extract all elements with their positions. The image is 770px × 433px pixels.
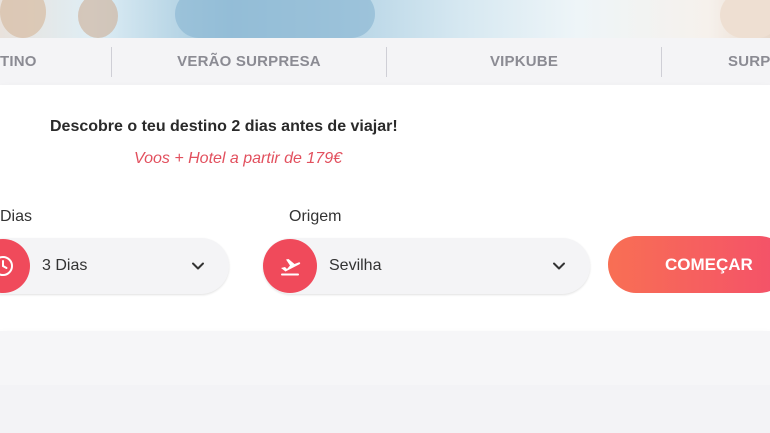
hero-shape: [175, 0, 375, 38]
page-background: [0, 385, 770, 433]
tab-surpresa[interactable]: SURP: [662, 38, 770, 85]
tab-label: VIPKUBE: [489, 53, 559, 70]
hero-shape: [78, 0, 118, 38]
tab-label: SURP: [728, 53, 770, 70]
price-subline: Voos + Hotel a partir de 179€: [134, 150, 342, 167]
chevron-down-icon: [553, 262, 565, 270]
tab-label: TINO: [0, 53, 37, 70]
chevron-down-icon: [192, 262, 204, 270]
hero-shape: [720, 0, 770, 38]
tab-vipkube[interactable]: VIPKUBE: [387, 38, 661, 85]
tab-verao-surpresa[interactable]: VERÃO SURPRESA: [112, 38, 386, 85]
start-button[interactable]: COMEÇAR: [608, 236, 770, 293]
tab-label: VERÃO SURPRESA: [177, 53, 321, 70]
clock-icon: [0, 239, 30, 293]
origin-value: Sevilha: [329, 257, 382, 274]
days-value: 3 Dias: [42, 257, 88, 274]
tab-destino[interactable]: TINO: [0, 38, 111, 85]
hero-image: [0, 0, 770, 38]
days-label: Dias: [0, 208, 33, 225]
days-select[interactable]: 3 Dias: [0, 238, 229, 294]
plane-takeoff-icon: [263, 239, 317, 293]
secondary-panel: [0, 331, 770, 385]
search-card: Descobre o teu destino 2 dias antes de v…: [0, 85, 770, 331]
origin-label: Origem: [289, 208, 342, 225]
card-headline: Descobre o teu destino 2 dias antes de v…: [50, 118, 398, 135]
hero-shape: [0, 0, 46, 38]
category-tabs: TINO VERÃO SURPRESA VIPKUBE SURP: [0, 38, 770, 85]
origin-select[interactable]: Sevilha: [263, 238, 590, 294]
